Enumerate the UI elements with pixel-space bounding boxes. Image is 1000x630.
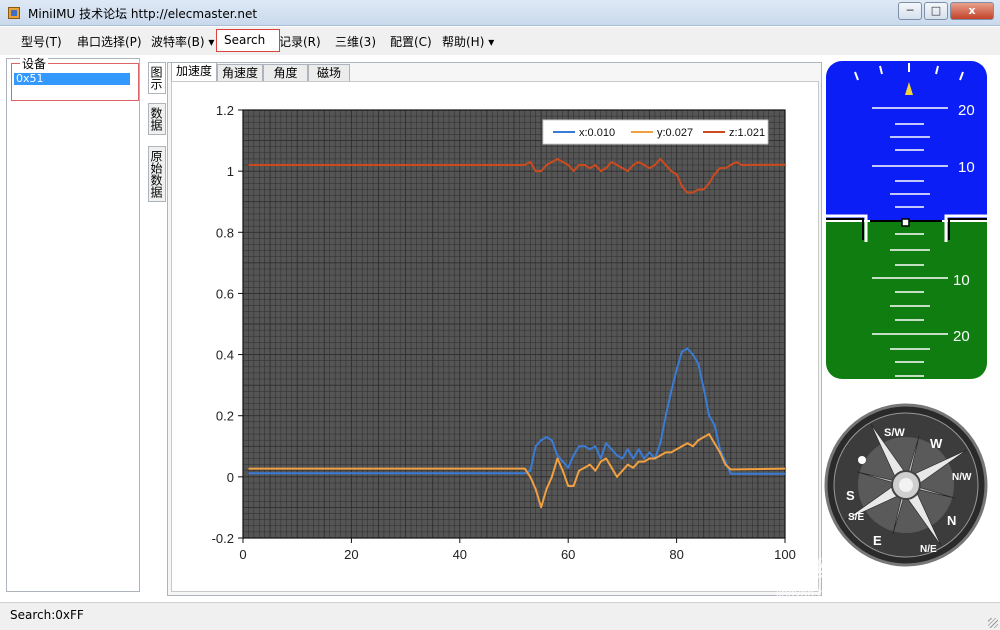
compass-label-nw: N/W: [952, 472, 972, 483]
compass-label-w: W: [930, 436, 943, 451]
compass: S/W W N/W N N/E E S/E S Bai 经验 jingyan.b…: [770, 403, 988, 600]
compass-label-ne: N/E: [920, 544, 937, 555]
compass-label-s: S: [846, 488, 855, 503]
compass-label-n: N: [947, 513, 956, 528]
compass-label-e: E: [873, 533, 882, 548]
resize-grip[interactable]: [988, 618, 998, 628]
status-text: Search:0xFF: [10, 608, 84, 622]
watermark-url: jingyan.baidu.com: [775, 586, 873, 600]
status-bar: Search:0xFF: [0, 602, 1000, 630]
watermark-text: Bai 经验: [770, 556, 862, 584]
compass-label-se: S/E: [848, 512, 864, 523]
compass-label-sw: S/W: [884, 427, 905, 439]
